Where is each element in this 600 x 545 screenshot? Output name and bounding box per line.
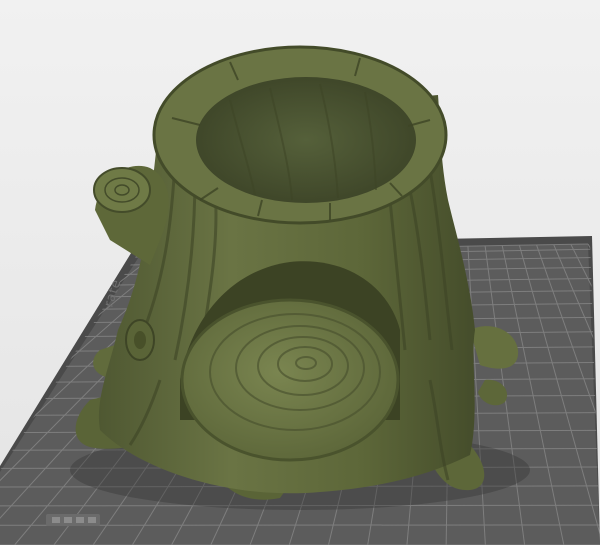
build-plate-logo-icon <box>46 514 100 526</box>
tree-stump-model[interactable] <box>75 45 519 500</box>
stump-rim <box>152 45 448 225</box>
stump-hollow <box>196 77 416 203</box>
scene-canvas[interactable]: rate <box>0 0 600 545</box>
bark-knot <box>125 319 155 361</box>
stump-floor-disc <box>180 298 400 462</box>
3d-viewport[interactable]: rate <box>0 0 600 545</box>
